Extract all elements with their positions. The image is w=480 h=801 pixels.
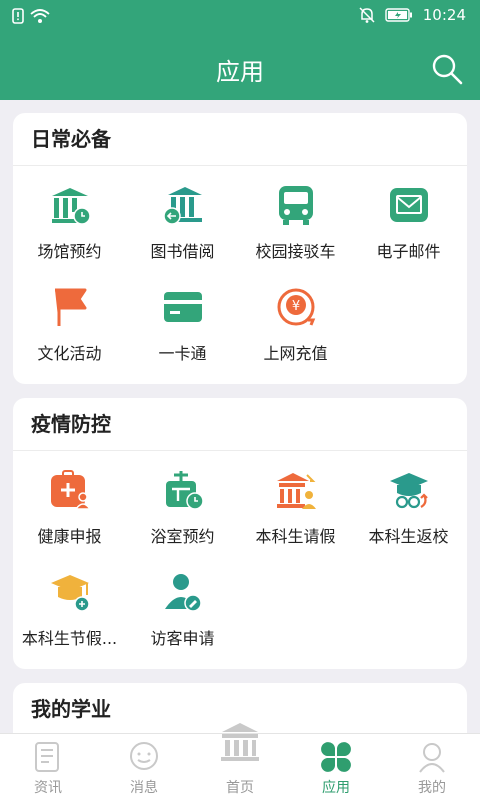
news-icon [35, 742, 59, 772]
app-label: 校园接驳车 [255, 242, 336, 261]
home-building-icon [221, 723, 259, 761]
app-label: 电子邮件 [376, 242, 441, 261]
flag-icon [55, 288, 87, 326]
header-bar: 10:24 应用 [0, 0, 480, 100]
venue-booking-icon [52, 188, 91, 225]
app-label: 访客申请 [150, 629, 215, 648]
page-title: 应用 [216, 58, 264, 86]
app-health-report[interactable]: 健康申报 [13, 451, 126, 553]
app-label: 文化活动 [37, 344, 102, 363]
search-icon[interactable] [430, 52, 464, 86]
tab-messages[interactable]: 消息 [96, 734, 192, 801]
app-label: 场馆预约 [37, 242, 102, 261]
tab-apps[interactable]: 应用 [288, 734, 384, 801]
profile-icon [419, 743, 445, 773]
app-culture-activity[interactable]: 文化活动 [13, 268, 126, 370]
tab-profile[interactable]: 我的 [384, 734, 480, 801]
tab-label: 首页 [226, 780, 254, 796]
app-campus-card[interactable]: 一卡通 [126, 268, 239, 370]
visitor-icon [165, 574, 202, 612]
recharge-icon: ¥ [277, 288, 316, 326]
card-icon [164, 292, 202, 322]
wifi-icon [30, 9, 50, 23]
message-icon [130, 742, 158, 770]
app-label: 图书借阅 [150, 242, 215, 261]
mute-bell-icon [359, 7, 375, 23]
tab-label: 应用 [322, 780, 350, 796]
tab-label: 消息 [130, 780, 158, 796]
health-report-icon [51, 470, 91, 510]
status-bar: 10:24 [0, 0, 480, 34]
app-bathroom-booking[interactable]: 浴室预约 [126, 451, 239, 553]
app-label: 上网充值 [263, 344, 328, 363]
clock-time: 10:24 [422, 6, 466, 24]
app-leave-request[interactable]: 本科生请假 [239, 451, 352, 553]
section-title: 疫情防控 [13, 398, 467, 451]
return-school-icon [390, 473, 428, 509]
battery-icon [385, 8, 412, 22]
app-venue-booking[interactable]: 场馆预约 [13, 166, 126, 268]
app-label: 一卡通 [158, 344, 207, 363]
section-epidemic-control: 疫情防控 健康申报 浴室预约 本科生请假 本科生返校 本科生节假... 访客申请 [13, 398, 467, 669]
app-holiday-leave[interactable]: 本科生节假... [13, 553, 126, 655]
svg-text:¥: ¥ [292, 299, 300, 314]
app-email[interactable]: 电子邮件 [352, 166, 465, 268]
app-label: 浴室预约 [150, 527, 215, 546]
apps-clover-icon [321, 742, 351, 772]
app-return-school[interactable]: 本科生返校 [352, 451, 465, 553]
email-icon [390, 188, 428, 222]
app-label: 健康申报 [37, 527, 102, 546]
holiday-icon [51, 575, 90, 612]
tab-home[interactable]: 首页 [192, 723, 288, 801]
app-visitor-request[interactable]: 访客申请 [126, 553, 239, 655]
app-label: 本科生返校 [368, 527, 449, 546]
leave-request-icon [277, 473, 316, 509]
section-title: 日常必备 [13, 113, 467, 166]
library-borrow-icon [163, 187, 202, 225]
tab-news[interactable]: 资讯 [0, 734, 96, 801]
tab-label: 我的 [418, 780, 446, 796]
app-library-borrow[interactable]: 图书借阅 [126, 166, 239, 268]
tab-label: 资讯 [34, 780, 62, 796]
sim-alert-icon [12, 8, 24, 24]
section-daily-essentials: 日常必备 场馆预约 图书借阅 校园接驳车 电子邮件 文化活动 一卡通 ¥ 上网充… [13, 113, 467, 384]
bathroom-booking-icon [166, 471, 204, 510]
app-network-recharge[interactable]: ¥ 上网充值 [239, 268, 352, 370]
bottom-tab-bar: 资讯 消息 首页 应用 我的 [0, 723, 480, 801]
shuttle-bus-icon [279, 186, 313, 225]
app-shuttle-bus[interactable]: 校园接驳车 [239, 166, 352, 268]
app-label: 本科生请假 [255, 527, 336, 546]
app-label: 本科生节假... [21, 629, 118, 648]
